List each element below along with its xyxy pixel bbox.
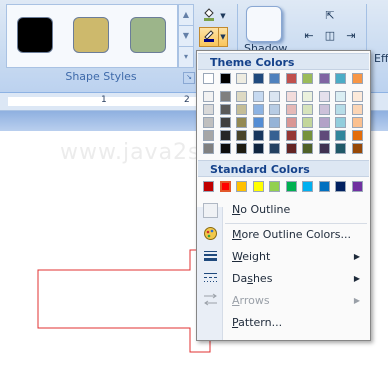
standard-color-swatch[interactable] (236, 181, 247, 192)
theme-shade-swatch[interactable] (236, 91, 247, 102)
theme-shade-swatch[interactable] (203, 91, 214, 102)
theme-color-swatch[interactable] (335, 73, 346, 84)
standard-color-swatch[interactable] (318, 181, 330, 192)
theme-shade-swatch[interactable] (203, 143, 214, 154)
theme-shade-swatch[interactable] (318, 143, 330, 154)
theme-shade-swatch[interactable] (219, 130, 231, 141)
dashes-icon (202, 270, 219, 287)
standard-color-swatch[interactable] (302, 181, 313, 192)
line-weight-icon (202, 248, 219, 265)
theme-shade-swatch[interactable] (236, 104, 247, 115)
standard-colors-header: Standard Colors (198, 160, 369, 177)
theme-shade-swatch[interactable] (285, 104, 297, 115)
more-outline-colors-item[interactable]: More Outline Colors... (198, 224, 369, 246)
theme-shade-swatch[interactable] (335, 130, 346, 141)
theme-shade-swatch[interactable] (351, 143, 363, 154)
theme-color-swatch[interactable] (219, 73, 231, 84)
submenu-arrow-icon: ▶ (353, 274, 360, 283)
dashes-label: Dashes (232, 272, 273, 285)
standard-color-swatch[interactable] (351, 181, 363, 192)
theme-shade-swatch[interactable] (335, 143, 346, 154)
weight-item[interactable]: Weight ▶ (198, 246, 369, 268)
theme-shade-swatch[interactable] (269, 104, 280, 115)
arrows-label: Arrows (232, 294, 270, 307)
theme-shade-swatch[interactable] (285, 117, 297, 128)
theme-shade-swatch[interactable] (219, 91, 231, 102)
theme-color-swatch[interactable] (318, 73, 330, 84)
standard-color-swatch[interactable] (252, 181, 264, 192)
theme-shade-swatch[interactable] (252, 130, 264, 141)
arrows-item: Arrows ▶ (198, 290, 369, 312)
pattern-label: Pattern... (232, 316, 283, 329)
theme-shade-swatch[interactable] (203, 117, 214, 128)
theme-shade-swatch[interactable] (351, 130, 363, 141)
theme-shade-swatch[interactable] (252, 104, 264, 115)
submenu-arrow-icon: ▶ (353, 252, 360, 261)
theme-shade-swatch[interactable] (302, 104, 313, 115)
theme-shade-swatch[interactable] (203, 130, 214, 141)
dashes-item[interactable]: Dashes ▶ (198, 268, 369, 290)
theme-shade-swatch[interactable] (252, 117, 264, 128)
standard-color-swatch[interactable] (269, 181, 280, 192)
theme-color-swatch[interactable] (285, 73, 297, 84)
theme-shade-swatch[interactable] (285, 130, 297, 141)
theme-shade-swatch[interactable] (285, 143, 297, 154)
theme-shade-swatch[interactable] (318, 91, 330, 102)
theme-shade-swatch[interactable] (219, 117, 231, 128)
theme-shade-swatch[interactable] (302, 130, 313, 141)
standard-color-swatch[interactable] (335, 181, 346, 192)
theme-shade-swatch[interactable] (236, 143, 247, 154)
theme-shade-swatch[interactable] (269, 130, 280, 141)
theme-shade-swatch[interactable] (302, 91, 313, 102)
theme-shade-swatch[interactable] (252, 91, 264, 102)
theme-shade-swatch[interactable] (351, 91, 363, 102)
submenu-arrow-icon: ▶ (353, 296, 360, 305)
theme-shade-swatch[interactable] (302, 143, 313, 154)
no-outline-icon (202, 201, 219, 218)
theme-color-swatch[interactable] (252, 73, 264, 84)
theme-shade-swatch[interactable] (302, 117, 313, 128)
theme-shade-swatch[interactable] (335, 104, 346, 115)
theme-shade-swatch[interactable] (269, 117, 280, 128)
shape-outline-menu: Theme Colors Standard Colors No Outline … (196, 50, 371, 341)
theme-shade-swatch[interactable] (318, 104, 330, 115)
more-outline-colors-label: More Outline Colors... (232, 228, 352, 241)
theme-shade-swatch[interactable] (252, 143, 264, 154)
theme-color-swatch[interactable] (203, 73, 214, 84)
pattern-item[interactable]: Pattern... (198, 312, 369, 334)
theme-shade-swatch[interactable] (351, 104, 363, 115)
standard-color-swatch[interactable] (285, 181, 297, 192)
no-outline-label: No Outline (232, 203, 291, 216)
no-outline-item[interactable]: No Outline (198, 199, 369, 221)
theme-shade-swatch[interactable] (269, 143, 280, 154)
theme-color-swatch[interactable] (351, 73, 363, 84)
theme-shade-swatch[interactable] (318, 117, 330, 128)
theme-shade-swatch[interactable] (236, 117, 247, 128)
theme-color-swatch[interactable] (302, 73, 313, 84)
theme-shade-swatch[interactable] (219, 104, 231, 115)
theme-color-swatch[interactable] (236, 73, 247, 84)
theme-color-swatch[interactable] (269, 73, 280, 84)
theme-shade-swatch[interactable] (285, 91, 297, 102)
weight-label: Weight (232, 250, 271, 263)
standard-color-swatch[interactable] (203, 181, 214, 192)
theme-colors-header: Theme Colors (198, 53, 369, 70)
standard-color-swatch[interactable] (219, 181, 231, 192)
theme-shade-swatch[interactable] (269, 91, 280, 102)
theme-shade-swatch[interactable] (318, 130, 330, 141)
theme-shade-swatch[interactable] (236, 130, 247, 141)
color-palette-icon (202, 226, 219, 243)
theme-shade-swatch[interactable] (335, 91, 346, 102)
theme-shade-swatch[interactable] (219, 143, 231, 154)
theme-shade-swatch[interactable] (203, 104, 214, 115)
theme-shade-swatch[interactable] (335, 117, 346, 128)
theme-shade-swatch[interactable] (351, 117, 363, 128)
arrows-icon (202, 292, 219, 309)
